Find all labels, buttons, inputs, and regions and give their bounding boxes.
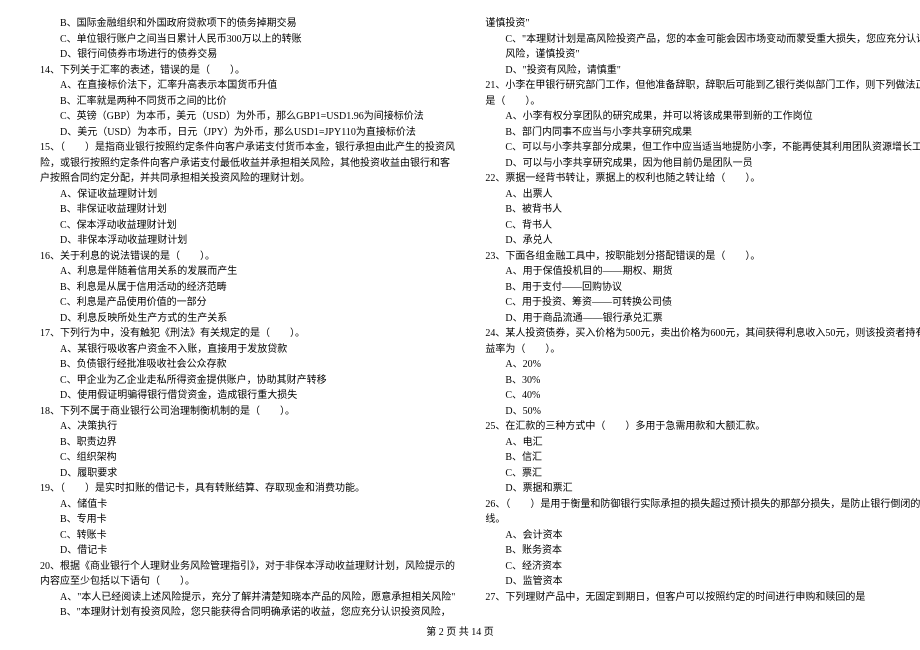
option-line: B、负债银行经批准吸收社会公众存款 [40,357,455,373]
question-line: 谨慎投资" [485,16,920,32]
option-line: B、被背书人 [485,202,920,218]
option-line: D、可以与小李共享研究成果，因为他目前仍是团队一员 [485,156,920,172]
option-line: A、电汇 [485,435,920,451]
option-line: A、出票人 [485,187,920,203]
option-line: D、票据和票汇 [485,481,920,497]
option-line: B、账务资本 [485,543,920,559]
option-line: A、20% [485,357,920,373]
question-line: 20、根据《商业银行个人理财业务风险管理指引》，对于非保本浮动收益理财计划，风险… [40,559,455,590]
option-line: C、保本浮动收益理财计划 [40,218,455,234]
option-line: B、用于支付——回购协议 [485,280,920,296]
option-line: C、英镑（GBP）为本币，美元（USD）为外币，那么GBP1=USD1.96为间… [40,109,455,125]
option-line: D、履职要求 [40,466,455,482]
question-line: 19、（ ）是实时扣账的借记卡，具有转账结算、存取现金和消费功能。 [40,481,455,497]
option-line: A、储值卡 [40,497,455,513]
option-line: C、40% [485,388,920,404]
option-line: C、"本理财计划是高风险投资产品，您的本金可能会因市场变动而蒙受重大损失，您应充… [485,32,920,63]
question-line: 16、关于利息的说法错误的是（ ）。 [40,249,455,265]
option-line: C、利息是产品使用价值的一部分 [40,295,455,311]
page-footer: 第 2 页 共 14 页 [0,623,920,638]
option-line: D、银行间债券市场进行的债券交易 [40,47,455,63]
option-line: D、借记卡 [40,543,455,559]
option-line: D、承兑人 [485,233,920,249]
question-line: 24、某人投资债券，买入价格为500元，卖出价格为600元，其间获得利息收入50… [485,326,920,357]
option-line: C、单位银行账户之间当日累计人民币300万以上的转账 [40,32,455,48]
option-line: C、转账卡 [40,528,455,544]
option-line: A、某银行吸收客户资金不入账，直接用于发放贷款 [40,342,455,358]
option-line: D、50% [485,404,920,420]
option-line: A、决策执行 [40,419,455,435]
question-line: 18、下列不属于商业银行公司治理制衡机制的是（ ）。 [40,404,455,420]
option-line: B、利息是从属于信用活动的经济范畴 [40,280,455,296]
option-line: A、利息是伴随着信用关系的发展而产生 [40,264,455,280]
option-line: C、票汇 [485,466,920,482]
option-line: A、在直接标价法下，汇率升高表示本国货币升值 [40,78,455,94]
option-line: C、背书人 [485,218,920,234]
option-line: D、使用假证明骗得银行借贷资金，造成银行重大损失 [40,388,455,404]
option-line: A、小李有权分享团队的研究成果，并可以将该成果带到新的工作岗位 [485,109,920,125]
option-line: D、美元（USD）为本币，日元（JPY）为外币，那么USD1=JPY110为直接… [40,125,455,141]
option-line: A、"本人已经阅读上述风险提示，充分了解并清楚知晓本产品的风险，愿意承担相关风险… [40,590,455,606]
option-line: A、用于保值投机目的——期权、期货 [485,264,920,280]
question-line: 15、（ ）是指商业银行按照约定条件向客户承诺支付货币本金，银行承担由此产生的投… [40,140,455,187]
option-line: C、组织架构 [40,450,455,466]
option-line: C、可以与小李共享部分成果，但工作中应当适当地提防小李，不能再使其利用团队资源增… [485,140,920,156]
option-line: B、职责边界 [40,435,455,451]
option-line: D、监管资本 [485,574,920,590]
option-line: D、利息反映所处生产方式的生产关系 [40,311,455,327]
question-line: 23、下面各组金融工具中，按职能划分搭配错误的是（ ）。 [485,249,920,265]
option-line: C、用于投资、筹资——可转换公司债 [485,295,920,311]
option-line: D、"投资有风险，请慎重" [485,63,920,79]
option-line: D、用于商品流通——银行承兑汇票 [485,311,920,327]
option-line: B、部门内同事不应当与小李共享研究成果 [485,125,920,141]
question-line: 17、下列行为中，没有触犯《刑法》有关规定的是（ ）。 [40,326,455,342]
option-line: B、非保证收益理财计划 [40,202,455,218]
question-line: 14、下列关于汇率的表述，错误的是（ ）。 [40,63,455,79]
option-line: B、"本理财计划有投资风险，您只能获得合同明确承诺的收益，您应充分认识投资风险， [40,605,455,621]
option-line: B、30% [485,373,920,389]
option-line: C、甲企业为乙企业走私所得资金提供账户，协助其财产转移 [40,373,455,389]
question-line: 26、（ ）是用于衡量和防御银行实际承担的损失超过预计损失的那部分损失，是防止银… [485,497,920,528]
option-line: B、汇率就是两种不同货币之间的比价 [40,94,455,110]
option-line: D、非保本浮动收益理财计划 [40,233,455,249]
option-line: B、信汇 [485,450,920,466]
option-line: B、国际金融组织和外国政府贷款项下的债务掉期交易 [40,16,455,32]
option-line: A、会计资本 [485,528,920,544]
question-line: 21、小李在甲银行研究部门工作，但他准备辞职，辞职后可能到乙银行类似部门工作，则… [485,78,920,109]
question-line: 22、票据一经背书转让，票据上的权利也随之转让给（ ）。 [485,171,920,187]
question-line: 25、在汇款的三种方式中（ ）多用于急需用款和大额汇款。 [485,419,920,435]
option-line: A、保证收益理财计划 [40,187,455,203]
option-line: C、经济资本 [485,559,920,575]
question-line: 27、下列理财产品中，无固定到期日，但客户可以按照约定的时间进行申购和赎回的是 [485,590,920,606]
option-line: B、专用卡 [40,512,455,528]
